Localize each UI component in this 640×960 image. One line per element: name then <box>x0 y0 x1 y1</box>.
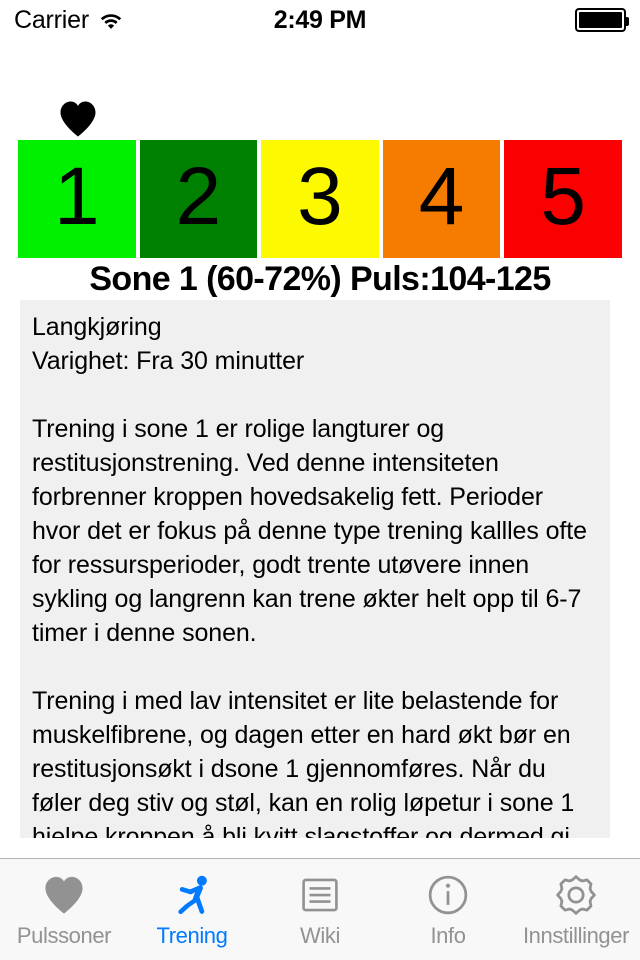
tab-info[interactable]: Info <box>384 859 512 960</box>
zone-button-2[interactable]: 2 <box>139 140 258 258</box>
tab-label: Innstillinger <box>522 923 630 948</box>
zone-description-text: Langkjøring Varighet: Fra 30 minutter Tr… <box>32 313 587 838</box>
info-circle-icon <box>426 869 470 921</box>
running-person-icon <box>170 869 214 921</box>
gear-icon <box>554 869 598 921</box>
tab-wiki[interactable]: Wiki <box>256 859 384 960</box>
zone-button-label: 2 <box>175 151 222 242</box>
zone-button-4[interactable]: 4 <box>382 140 501 258</box>
zone-button-row: 1 2 3 4 5 <box>18 140 622 258</box>
heart-icon <box>58 99 98 139</box>
battery-fill <box>579 12 622 28</box>
zone-selector: 1 2 3 4 5 <box>0 40 640 258</box>
zone-button-1[interactable]: 1 <box>18 140 136 258</box>
wifi-icon <box>98 10 124 30</box>
tab-label: Wiki <box>300 923 340 948</box>
zone-button-label: 5 <box>540 151 586 242</box>
heart-icon <box>42 869 86 921</box>
battery-full-icon <box>575 8 629 32</box>
status-bar-left: Carrier <box>14 6 124 35</box>
tab-pulssoner[interactable]: Pulssoner <box>0 859 128 960</box>
zone-button-label: 4 <box>418 151 465 242</box>
battery-cap <box>626 17 629 26</box>
tab-trening[interactable]: Trening <box>128 859 256 960</box>
zone-button-label: 1 <box>53 151 100 242</box>
tab-label: Pulssoner <box>16 923 112 948</box>
status-bar: Carrier 2:49 PM <box>0 0 640 40</box>
tab-bar: Pulssoner Trening Wiki Info Innstillinge… <box>0 858 640 960</box>
tab-label: Info <box>430 923 466 948</box>
zone-heading: Sone 1 (60-72%) Puls:104-125 <box>89 260 551 298</box>
tab-label: Trening <box>156 923 228 948</box>
zone-button-5[interactable]: 5 <box>504 140 622 258</box>
zone-button-label: 3 <box>297 151 343 242</box>
document-lines-icon <box>299 869 341 921</box>
tab-innstillinger[interactable]: Innstillinger <box>512 859 640 960</box>
zone-description-panel[interactable]: Langkjøring Varighet: Fra 30 minutter Tr… <box>20 300 610 838</box>
zone-button-3[interactable]: 3 <box>261 140 379 258</box>
carrier-label: Carrier <box>14 5 89 34</box>
status-bar-right <box>575 8 629 32</box>
